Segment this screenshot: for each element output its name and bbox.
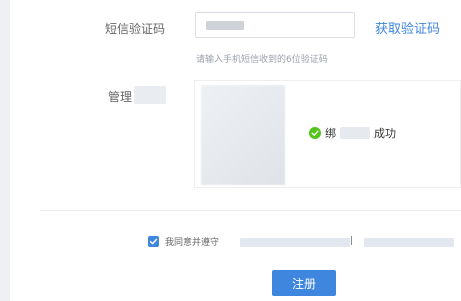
terms-separator: |	[350, 236, 354, 246]
agree-text: 我同意并遵守	[165, 238, 220, 248]
bind-panel: 绑 成功	[194, 80, 461, 188]
check-circle-icon	[309, 127, 321, 139]
sms-code-input[interactable]	[195, 12, 355, 38]
bind-status-blur	[340, 127, 370, 139]
checkmark-icon	[149, 238, 158, 245]
agreement-row: 我同意并遵守	[148, 235, 219, 248]
terms-link-1[interactable]	[240, 238, 350, 247]
qr-code-image	[201, 85, 285, 185]
masked-value	[206, 21, 244, 30]
left-rail	[0, 0, 10, 301]
register-button[interactable]: 注册	[272, 270, 336, 296]
manager-label-blur	[134, 86, 166, 104]
divider	[40, 210, 461, 211]
bind-status: 绑 成功	[309, 125, 396, 141]
manager-label: 管理	[108, 90, 133, 104]
sms-code-label: 短信验证码	[105, 22, 166, 36]
agree-checkbox[interactable]	[148, 236, 159, 247]
bind-status-suffix: 成功	[374, 127, 396, 140]
sms-code-hint: 请输入手机短信收到的6位验证码	[196, 55, 328, 65]
terms-link-2[interactable]	[364, 238, 454, 247]
get-code-link[interactable]: 获取验证码	[375, 18, 440, 37]
bind-status-prefix: 绑	[325, 127, 336, 140]
